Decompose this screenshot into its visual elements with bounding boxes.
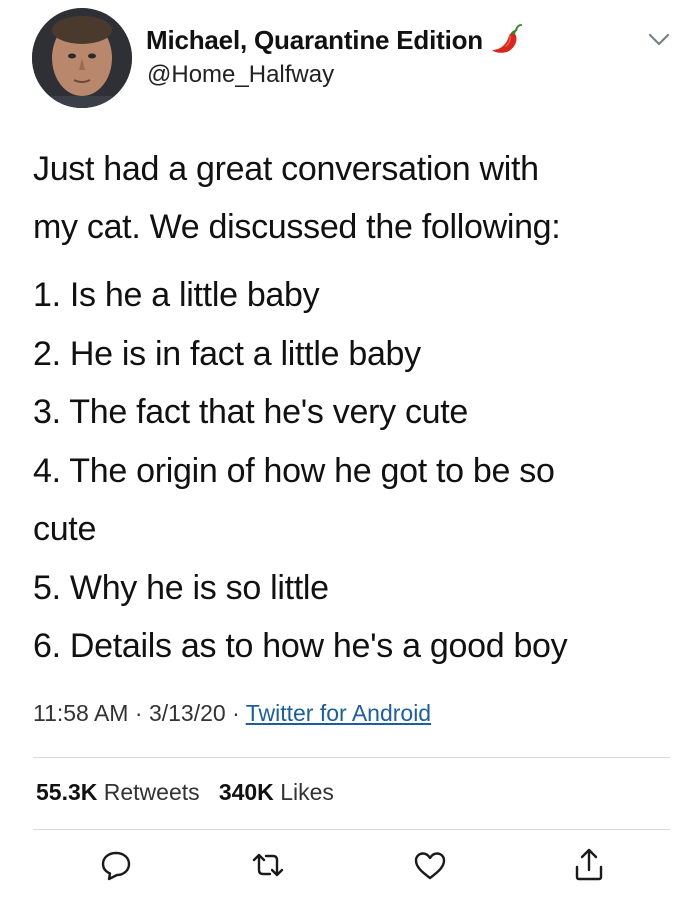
reply-icon[interactable] — [96, 845, 136, 885]
tweet-date[interactable]: 3/13/20 — [149, 700, 226, 726]
tweet-time[interactable]: 11:58 AM — [33, 700, 128, 726]
meta-separator: · — [232, 700, 240, 726]
list-item: 3. The fact that he's very cute — [33, 393, 469, 431]
avatar-photo — [32, 8, 132, 108]
list-item: 6. Details as to how he's a good boy — [33, 627, 568, 665]
name-row: Michael, Quarantine Edition — [146, 22, 525, 58]
tweet-text-line: my cat. We discussed the following: — [33, 208, 561, 246]
tweet-actions — [0, 845, 700, 895]
user-handle[interactable]: @Home_Halfway — [147, 61, 334, 89]
likes-count: 340K — [218, 779, 274, 805]
retweets-count: 55.3K — [36, 779, 98, 805]
chevron-down-icon[interactable] — [644, 24, 674, 54]
tweet-source-link[interactable]: Twitter for Android — [246, 700, 431, 726]
display-name[interactable]: Michael, Quarantine Edition — [146, 25, 483, 56]
tweet-text-line: Just had a great conversation with — [33, 150, 539, 188]
like-icon[interactable] — [410, 845, 450, 885]
list-item: 2. He is in fact a little baby — [33, 334, 421, 373]
retweet-icon[interactable] — [248, 845, 288, 885]
likes-stat[interactable]: 340K Likes — [219, 779, 334, 805]
retweets-stat[interactable]: 55.3K Retweets — [36, 779, 200, 805]
retweets-label: Retweets — [103, 779, 200, 805]
tweet-header: Michael, Quarantine Edition @Home_Halfwa… — [0, 0, 700, 110]
topic-list: 1. Is he a little baby 2. He is in fact … — [33, 266, 683, 676]
divider — [33, 757, 670, 758]
list-item: 5. Why he is so little — [33, 568, 329, 607]
chili-pepper-icon — [489, 22, 525, 58]
list-item-continuation: cute — [33, 510, 97, 548]
list-item: 1. Is he a little baby — [33, 276, 320, 314]
engagement-stats: 55.3K Retweets 340K Likes — [36, 779, 334, 806]
list-item: 4. The origin of how he got to be so — [33, 451, 555, 490]
avatar[interactable] — [32, 8, 132, 108]
meta-separator: · — [134, 700, 143, 726]
tweet-text: Just had a great conversation with my ca… — [33, 140, 683, 676]
tweet-meta: 11:58 AM · 3/13/20 · Twitter for Android — [33, 700, 431, 727]
share-icon[interactable] — [569, 845, 609, 885]
likes-label: Likes — [280, 779, 334, 805]
divider — [33, 829, 670, 830]
